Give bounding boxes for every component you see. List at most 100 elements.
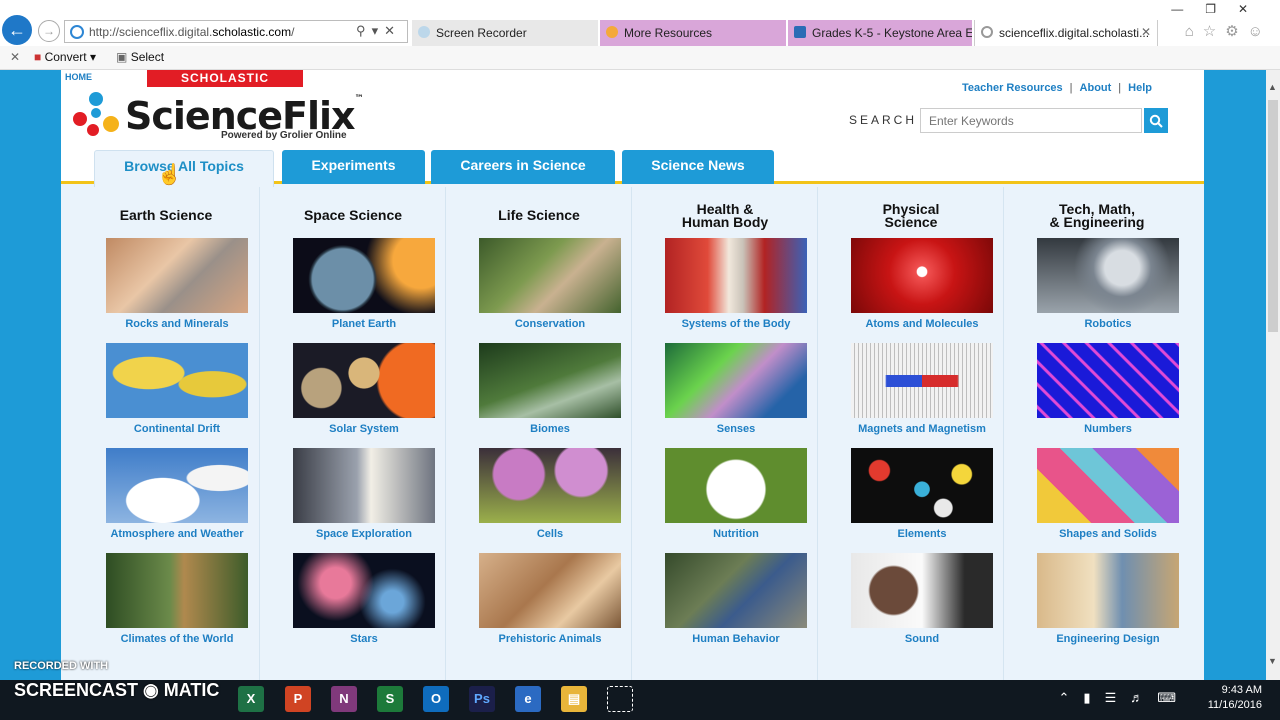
- topic-tile[interactable]: Continental Drift: [106, 343, 248, 435]
- page-scrollbar[interactable]: ▲ ▼: [1266, 70, 1280, 680]
- topic-thumbnail[interactable]: [1037, 238, 1179, 313]
- topic-tile[interactable]: Cells: [479, 448, 621, 540]
- forward-button[interactable]: →: [38, 20, 60, 42]
- topic-thumbnail[interactable]: [665, 448, 807, 523]
- topic-link[interactable]: Shapes and Solids: [1037, 528, 1179, 540]
- topic-link[interactable]: Prehistoric Animals: [479, 633, 621, 645]
- topic-tile[interactable]: Systems of the Body: [665, 238, 807, 330]
- photoshop-icon[interactable]: Ps: [469, 686, 495, 712]
- topic-thumbnail[interactable]: [293, 343, 435, 418]
- outlook-icon[interactable]: O: [423, 686, 449, 712]
- address-bar[interactable]: http://scienceflix.digital.scholastic.co…: [64, 20, 408, 43]
- topic-tile[interactable]: Biomes: [479, 343, 621, 435]
- file-explorer-icon[interactable]: ▤: [561, 686, 587, 712]
- browser-tab-screen-recorder[interactable]: Screen Recorder: [412, 20, 598, 46]
- topic-thumbnail[interactable]: [1037, 343, 1179, 418]
- topic-link[interactable]: Engineering Design: [1037, 633, 1179, 645]
- topic-tile[interactable]: Robotics: [1037, 238, 1179, 330]
- topic-tile[interactable]: Atoms and Molecules: [851, 238, 993, 330]
- select-button[interactable]: ▣ Select: [116, 50, 164, 64]
- scholastic-logo[interactable]: SCHOLASTIC: [147, 70, 303, 87]
- topic-link[interactable]: Continental Drift: [106, 423, 248, 435]
- topic-thumbnail[interactable]: [665, 343, 807, 418]
- topic-thumbnail[interactable]: [851, 343, 993, 418]
- topic-tile[interactable]: Climates of the World: [106, 553, 248, 645]
- topic-thumbnail[interactable]: [851, 553, 993, 628]
- topic-link[interactable]: Senses: [665, 423, 807, 435]
- topic-link[interactable]: Nutrition: [665, 528, 807, 540]
- topic-thumbnail[interactable]: [665, 553, 807, 628]
- topic-tile[interactable]: Shapes and Solids: [1037, 448, 1179, 540]
- topic-tile[interactable]: Senses: [665, 343, 807, 435]
- tab-careers-in-science[interactable]: Careers in Science: [431, 150, 615, 184]
- topic-thumbnail[interactable]: [293, 553, 435, 628]
- window-controls[interactable]: —❐✕: [1171, 2, 1270, 16]
- topic-tile[interactable]: Numbers: [1037, 343, 1179, 435]
- topic-thumbnail[interactable]: [1037, 553, 1179, 628]
- tab-close-icon[interactable]: ✕: [1141, 25, 1151, 39]
- address-search-icon[interactable]: ⚲▾✕: [356, 23, 401, 39]
- convert-button[interactable]: ■ Convert ▾: [34, 50, 96, 64]
- tab-browse-all-topics[interactable]: Browse All Topics: [94, 150, 274, 187]
- topic-thumbnail[interactable]: [479, 343, 621, 418]
- topic-link[interactable]: Human Behavior: [665, 633, 807, 645]
- topic-tile[interactable]: Human Behavior: [665, 553, 807, 645]
- topic-link[interactable]: Conservation: [479, 318, 621, 330]
- topic-thumbnail[interactable]: [851, 448, 993, 523]
- scroll-down-icon[interactable]: ▼: [1268, 656, 1277, 666]
- topic-thumbnail[interactable]: [293, 448, 435, 523]
- snipping-tool-icon[interactable]: [607, 686, 633, 712]
- tab-experiments[interactable]: Experiments: [282, 150, 425, 184]
- topic-thumbnail[interactable]: [293, 238, 435, 313]
- about-link[interactable]: About: [1080, 82, 1112, 94]
- topic-tile[interactable]: Rocks and Minerals: [106, 238, 248, 330]
- topic-link[interactable]: Sound: [851, 633, 993, 645]
- topic-tile[interactable]: Space Exploration: [293, 448, 435, 540]
- home-link[interactable]: HOME: [65, 72, 92, 82]
- topic-tile[interactable]: Elements: [851, 448, 993, 540]
- topic-link[interactable]: Numbers: [1037, 423, 1179, 435]
- topic-link[interactable]: Systems of the Body: [665, 318, 807, 330]
- search-button[interactable]: [1144, 108, 1168, 133]
- scrollbar-thumb[interactable]: [1268, 100, 1278, 332]
- internet-explorer-icon[interactable]: e: [515, 686, 541, 712]
- topic-tile[interactable]: Prehistoric Animals: [479, 553, 621, 645]
- browser-tab-keystone[interactable]: Grades K-5 - Keystone Area Ed...: [788, 20, 972, 46]
- topic-tile[interactable]: Solar System: [293, 343, 435, 435]
- topic-tile[interactable]: Stars: [293, 553, 435, 645]
- topic-link[interactable]: Planet Earth: [293, 318, 435, 330]
- topic-tile[interactable]: Atmosphere and Weather: [106, 448, 248, 540]
- teacher-resources-link[interactable]: Teacher Resources: [962, 82, 1063, 94]
- onenote-icon[interactable]: N: [331, 686, 357, 712]
- topic-tile[interactable]: Magnets and Magnetism: [851, 343, 993, 435]
- topic-tile[interactable]: Conservation: [479, 238, 621, 330]
- topic-thumbnail[interactable]: [106, 343, 248, 418]
- topic-link[interactable]: Magnets and Magnetism: [851, 423, 993, 435]
- topic-link[interactable]: Stars: [293, 633, 435, 645]
- topic-thumbnail[interactable]: [106, 238, 248, 313]
- topic-thumbnail[interactable]: [1037, 448, 1179, 523]
- browser-tab-scienceflix[interactable]: scienceflix.digital.scholasti... ✕: [974, 20, 1158, 46]
- topic-thumbnail[interactable]: [479, 448, 621, 523]
- browser-tab-more-resources[interactable]: More Resources: [600, 20, 786, 46]
- topic-link[interactable]: Rocks and Minerals: [106, 318, 248, 330]
- help-link[interactable]: Help: [1128, 82, 1152, 94]
- address-url[interactable]: http://scienceflix.digital.scholastic.co…: [89, 25, 294, 39]
- system-clock[interactable]: 9:43 AM 11/16/2016: [1208, 683, 1262, 713]
- topic-thumbnail[interactable]: [106, 448, 248, 523]
- back-button[interactable]: ←: [2, 15, 32, 45]
- topic-thumbnail[interactable]: [479, 238, 621, 313]
- topic-thumbnail[interactable]: [479, 553, 621, 628]
- browser-toolbar-icons[interactable]: ⌂☆⚙☺: [1185, 22, 1272, 40]
- tab-science-news[interactable]: Science News: [622, 150, 774, 184]
- system-tray[interactable]: ⌃▮☰♬⌨: [1059, 690, 1190, 706]
- topic-link[interactable]: Robotics: [1037, 318, 1179, 330]
- excel-icon[interactable]: X: [238, 686, 264, 712]
- topic-link[interactable]: Space Exploration: [293, 528, 435, 540]
- topic-thumbnail[interactable]: [106, 553, 248, 628]
- topic-link[interactable]: Climates of the World: [106, 633, 248, 645]
- topic-link[interactable]: Solar System: [293, 423, 435, 435]
- topic-tile[interactable]: Engineering Design: [1037, 553, 1179, 645]
- close-icon[interactable]: ✕: [10, 50, 20, 64]
- powerpoint-icon[interactable]: P: [285, 686, 311, 712]
